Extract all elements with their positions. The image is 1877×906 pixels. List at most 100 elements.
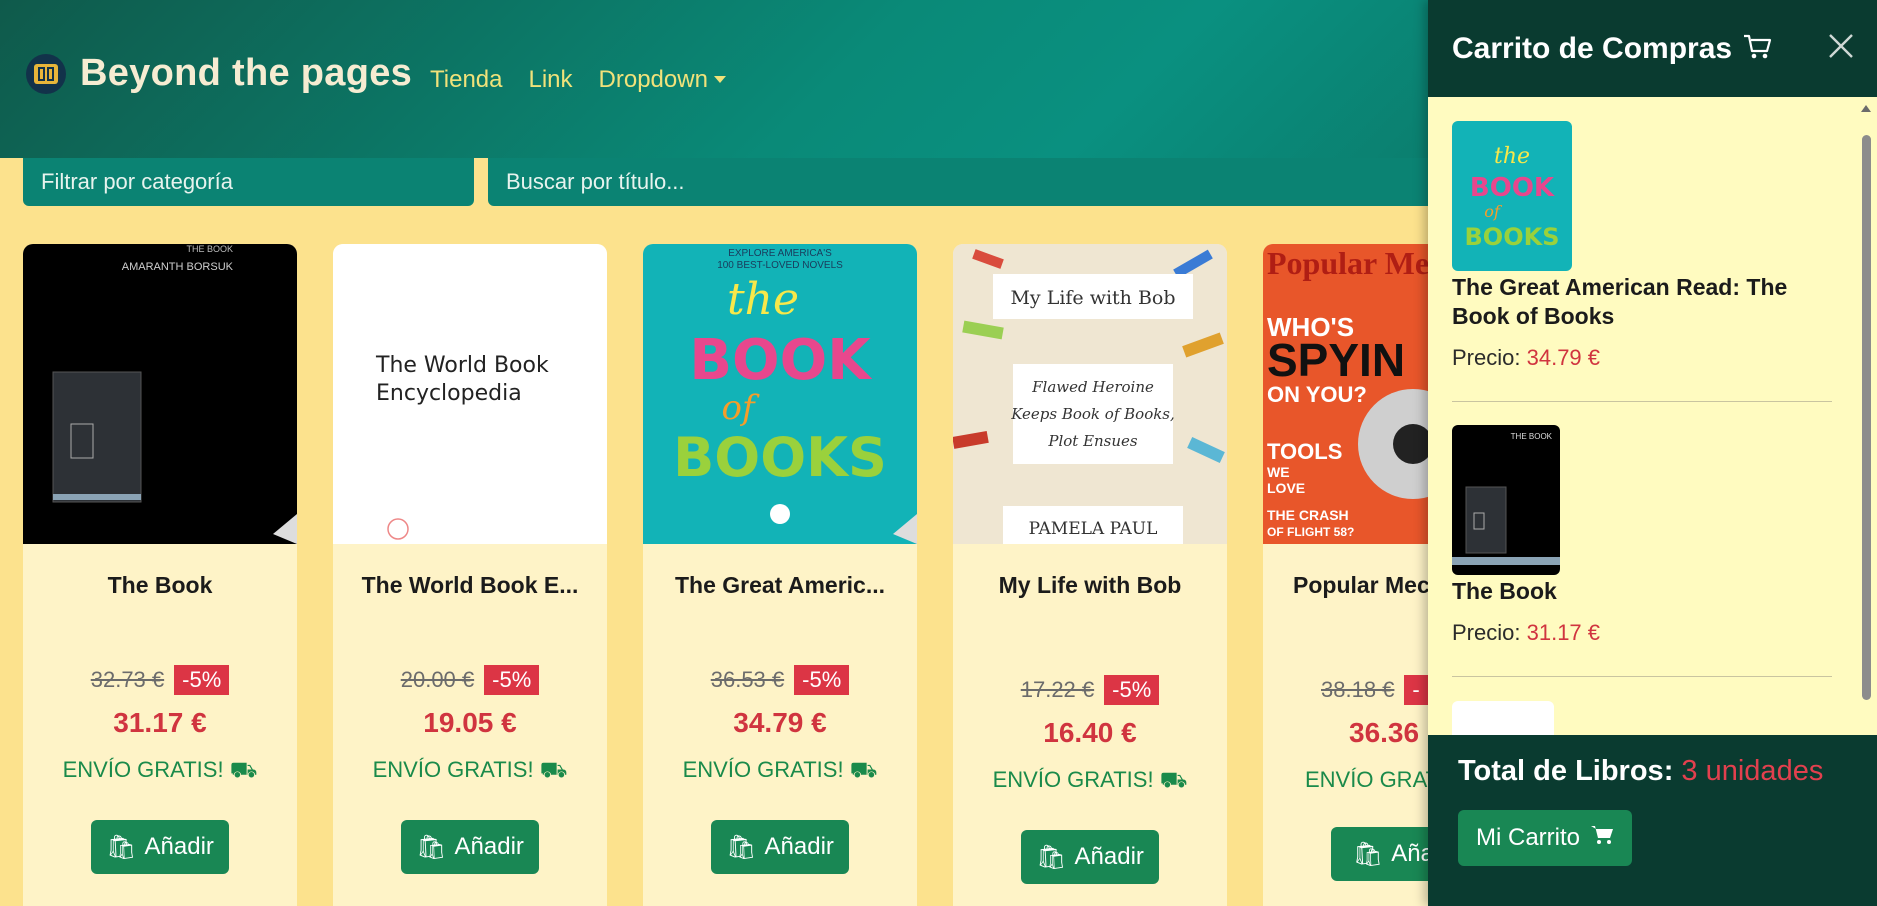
cart-icon — [1742, 33, 1772, 65]
truck-icon: ⛟ — [539, 757, 568, 782]
cart-filled-icon — [1590, 824, 1614, 853]
nav-dropdown-label: Dropdown — [598, 66, 708, 93]
bag-icon: 🛍 — [1352, 840, 1384, 868]
discount-badge: - — [1404, 675, 1428, 705]
cart-item-cover — [1452, 701, 1554, 735]
free-shipping: ENVÍO GRATIS! ⛟ — [23, 757, 297, 786]
cover-sub1: Flawed Heroine — [1031, 378, 1154, 396]
add-to-cart-button[interactable]: 🛍 Añadir — [401, 820, 539, 874]
cart-item-price: Precio: 31.17 € — [1452, 620, 1832, 646]
my-cart-button[interactable]: Mi Carrito — [1458, 810, 1633, 866]
brand[interactable]: Beyond the pages — [26, 52, 412, 95]
close-icon[interactable] — [1827, 32, 1855, 64]
divider — [1452, 676, 1832, 677]
old-price: 36.53 € — [710, 667, 785, 692]
cart-footer: Total de Libros: 3 unidades Mi Carrito — [1428, 735, 1877, 906]
life-with-bob-cover: My Life with Bob Flawed Heroine Keeps Bo… — [953, 244, 1227, 544]
book-of-books-cover: EXPLORE AMERICA'S 100 BEST-LOVED NOVELS … — [643, 244, 917, 544]
brand-title: Beyond the pages — [80, 52, 413, 94]
cart-items-list: the BOOK of BOOKS The Great American Rea… — [1428, 97, 1877, 735]
cart-item-title: The Book — [1452, 578, 1557, 604]
cover-l2: SPYIN — [1267, 334, 1405, 386]
new-price: 16.40 € — [1043, 717, 1137, 748]
nav-link-tienda[interactable]: Tienda — [430, 66, 503, 94]
cart-item — [1452, 701, 1832, 735]
price-label: Precio: — [1452, 620, 1521, 645]
free-shipping: ENVÍO GRATIS! ⛟ — [953, 767, 1227, 796]
old-price: 17.22 € — [1020, 677, 1095, 702]
cover-l4: TOOLS — [1267, 439, 1342, 464]
free-shipping: ENVÍO GRATIS! ⛟ — [643, 757, 917, 786]
old-price: 20.00 € — [400, 667, 475, 692]
cart-item: THE BOOK The Book Precio: 31.17 € — [1452, 425, 1832, 646]
svg-text:BOOK: BOOK — [1470, 173, 1555, 203]
cover-l8: OF FLIGHT 58? — [1267, 525, 1354, 539]
add-button-label: Añadir — [764, 833, 834, 860]
new-price: 31.17 € — [113, 707, 207, 738]
total-units: 3 unidades — [1681, 755, 1824, 787]
add-button-label: Añadir — [454, 833, 524, 860]
shipping-label: ENVÍO GRAT — [1305, 767, 1440, 792]
add-button-label: Añadir — [144, 833, 214, 860]
cover-sub3: Plot Ensues — [1047, 432, 1138, 450]
cover-book: BOOK — [689, 328, 873, 393]
cover-top2: 100 BEST-LOVED NOVELS — [717, 260, 843, 271]
cover-l5: WE — [1267, 464, 1290, 480]
free-shipping: ENVÍO GRATIS! ⛟ — [333, 757, 607, 786]
product-title: My Life with Bob — [998, 572, 1182, 598]
cart-item-title: The Great American Read: The Book of Boo… — [1452, 274, 1788, 329]
product-title: The Book — [107, 572, 213, 598]
cart-item-cover: THE BOOK — [1452, 425, 1560, 575]
cart-panel: Carrito de Compras the BOOK of BOOKS The… — [1428, 0, 1877, 906]
cover-title: My Life with Bob — [1010, 287, 1175, 309]
cover-the: the — [727, 274, 799, 325]
truck-icon: ⛟ — [849, 757, 878, 782]
svg-text:the: the — [1494, 144, 1530, 169]
cover-l6: LOVE — [1267, 480, 1305, 496]
product-title: The World Book E... — [361, 572, 579, 598]
discount-badge: -5% — [484, 665, 540, 695]
bag-icon: 🛍 — [1036, 843, 1067, 871]
price-row: 17.22 € -5% — [953, 675, 1227, 705]
shipping-label: ENVÍO GRATIS! — [682, 757, 844, 782]
my-cart-label: Mi Carrito — [1476, 824, 1581, 851]
world-book-cover: The World Book Encyclopedia — [333, 244, 607, 544]
add-to-cart-button[interactable]: 🛍 Añadir — [91, 820, 229, 874]
cover-line2: Encyclopedia — [376, 381, 522, 406]
shipping-label: ENVÍO GRATIS! — [992, 767, 1154, 792]
category-filter-input[interactable] — [23, 158, 474, 206]
new-price: 19.05 € — [423, 707, 517, 738]
price-value: 31.17 € — [1526, 620, 1601, 645]
scroll-thumb[interactable] — [1862, 135, 1871, 700]
cover-l3: ON YOU? — [1267, 382, 1367, 407]
bag-icon: 🛍 — [726, 833, 757, 861]
add-to-cart-button[interactable]: 🛍 Añadir — [1021, 830, 1159, 884]
scroll-up-icon[interactable] — [1861, 105, 1871, 112]
price-row: 20.00 € -5% — [333, 665, 607, 695]
add-to-cart-button[interactable]: 🛍 Añadir — [711, 820, 849, 874]
cover-author: PAMELA PAUL — [1029, 519, 1158, 539]
title-search-input[interactable] — [488, 158, 1488, 206]
price-row: 36.53 € -5% — [643, 665, 917, 695]
shipping-label: ENVÍO GRATIS! — [372, 757, 534, 782]
total-label: Total de Libros: — [1458, 755, 1674, 787]
new-price: 34.79 € — [733, 707, 827, 738]
product-card: My Life with Bob Flawed Heroine Keeps Bo… — [953, 244, 1227, 906]
bag-icon: 🛍 — [416, 833, 447, 861]
product-card: EXPLORE AMERICA'S 100 BEST-LOVED NOVELS … — [643, 244, 917, 906]
product-card: The World Book Encyclopedia The World Bo… — [333, 244, 607, 906]
divider — [1452, 401, 1832, 402]
truck-icon: ⛟ — [1159, 767, 1188, 792]
price-label: Precio: — [1452, 345, 1521, 370]
truck-icon: ⛟ — [229, 757, 258, 782]
nav-link-link[interactable]: Link — [529, 66, 573, 94]
cart-scrollbar[interactable] — [1859, 105, 1873, 705]
cover-l7: THE CRASH — [1267, 507, 1349, 523]
cover-of: of — [721, 388, 759, 428]
product-card: AMARANTH BORSUK THE BOOK The Book 32.73 … — [23, 244, 297, 906]
svg-text:THE BOOK: THE BOOK — [1511, 432, 1553, 441]
cart-item: the BOOK of BOOKS The Great American Rea… — [1452, 121, 1832, 371]
nav-dropdown[interactable]: Dropdown — [599, 66, 726, 94]
the-book-cover: AMARANTH BORSUK THE BOOK — [23, 244, 297, 544]
book-logo-icon — [26, 53, 66, 94]
